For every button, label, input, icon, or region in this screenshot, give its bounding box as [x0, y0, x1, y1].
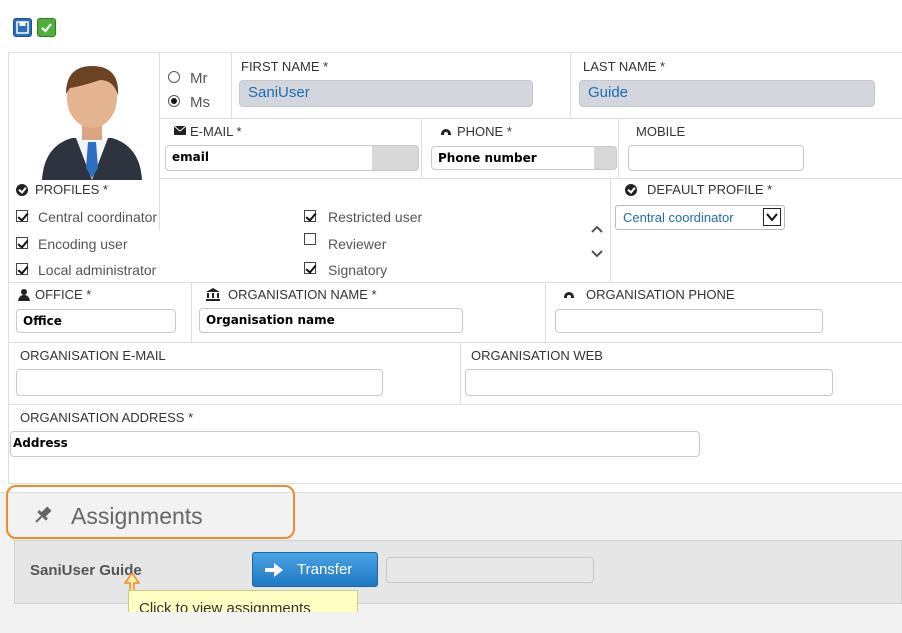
profile-signatory-label: Signatory: [328, 262, 388, 278]
profile-central-coordinator-label: Central coordinator: [38, 209, 158, 225]
profile-checkbox-restricted-user[interactable]: [304, 210, 316, 222]
first-name-field[interactable]: SaniUser: [239, 80, 533, 107]
profile-restricted-user-label: Restricted user: [328, 209, 423, 225]
profile-checkbox-reviewer[interactable]: [304, 233, 316, 245]
profile-checkbox-encoding-user[interactable]: [16, 237, 28, 249]
profiles-label: PROFILES *: [35, 182, 108, 197]
office-user-icon: [18, 289, 30, 301]
arrow-right-icon: [265, 563, 283, 577]
email-field[interactable]: email: [165, 145, 419, 171]
avatar: [42, 66, 142, 180]
last-name-field[interactable]: Guide: [579, 80, 875, 107]
last-name-label: LAST NAME *: [583, 59, 666, 74]
transfer-button[interactable]: Transfer: [252, 552, 378, 587]
phone-icon: [441, 129, 451, 135]
org-phone-field[interactable]: [555, 309, 823, 333]
confirm-button[interactable]: [37, 18, 56, 37]
org-web-field[interactable]: [465, 369, 833, 396]
assignments-highlight: [6, 485, 295, 539]
profile-checkbox-local-administrator[interactable]: [16, 263, 28, 275]
default-profile-select[interactable]: Central coordinator: [615, 205, 785, 230]
org-email-label: ORGANISATION E-MAIL: [20, 348, 166, 363]
check-circle-icon: [16, 184, 28, 196]
transfer-target-field[interactable]: [386, 557, 594, 583]
check-circle-icon: [625, 184, 637, 196]
chevron-up-icon[interactable]: [590, 224, 604, 234]
mobile-field[interactable]: [628, 145, 804, 171]
profile-reviewer-label: Reviewer: [328, 236, 387, 252]
email-label: E-MAIL *: [190, 124, 242, 139]
radio-ms[interactable]: [168, 95, 180, 107]
profile-checkbox-central-coordinator[interactable]: [16, 210, 28, 222]
phone-label: PHONE *: [457, 124, 512, 139]
profile-checkbox-signatory[interactable]: [304, 262, 316, 274]
org-phone-label: ORGANISATION PHONE: [586, 287, 735, 302]
default-profile-label: DEFAULT PROFILE *: [647, 182, 773, 197]
office-field[interactable]: Office: [16, 309, 176, 333]
footer-strip: [0, 612, 902, 633]
transfer-button-label: Transfer: [297, 561, 353, 578]
org-address-field[interactable]: Address: [10, 431, 700, 457]
chevron-down-icon[interactable]: [590, 249, 604, 259]
profile-encoding-user-label: Encoding user: [38, 236, 128, 252]
org-name-field[interactable]: Organisation name: [199, 308, 463, 333]
profile-local-administrator-label: Local administrator: [38, 262, 157, 278]
office-label: OFFICE *: [35, 287, 92, 302]
org-address-label: ORGANISATION ADDRESS *: [20, 410, 194, 425]
check-icon: [41, 23, 52, 33]
first-name-label: FIRST NAME *: [241, 59, 329, 74]
org-email-field[interactable]: [16, 369, 383, 396]
org-name-label: ORGANISATION NAME *: [228, 287, 377, 302]
radio-mr-label: Mr: [190, 70, 208, 87]
default-profile-value: Central coordinator: [623, 210, 734, 225]
org-phone-icon: [564, 292, 574, 298]
dropdown-arrow-icon[interactable]: [763, 208, 781, 226]
phone-field[interactable]: Phone number: [431, 146, 617, 170]
radio-ms-label: Ms: [190, 94, 210, 111]
radio-mr[interactable]: [168, 71, 180, 83]
envelope-icon: [174, 126, 186, 135]
org-web-label: ORGANISATION WEB: [471, 348, 603, 363]
save-icon: [16, 21, 29, 34]
bank-icon: [206, 288, 220, 301]
save-button[interactable]: [13, 18, 32, 37]
mobile-label: MOBILE: [636, 124, 686, 139]
